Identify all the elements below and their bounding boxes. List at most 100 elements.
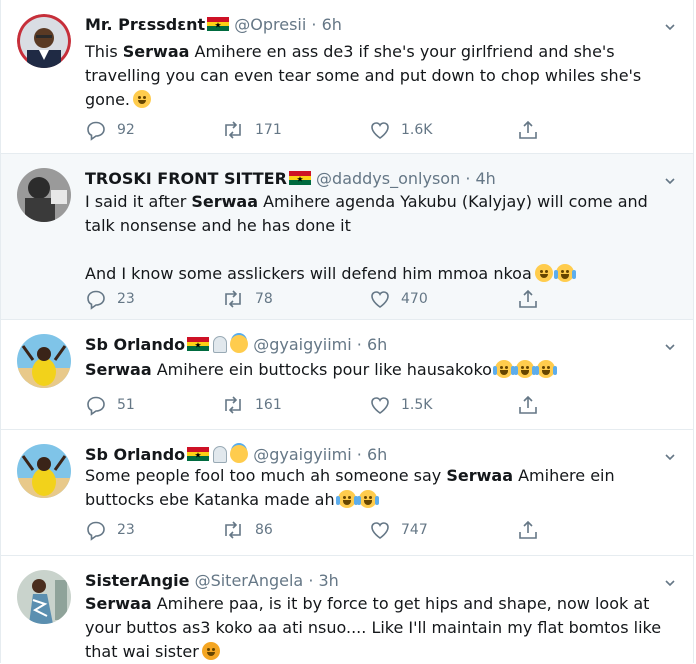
chevron-down-icon[interactable] bbox=[665, 22, 675, 32]
ghost-icon bbox=[213, 446, 228, 463]
chevron-down-icon[interactable] bbox=[665, 578, 675, 588]
retweet-count: 171 bbox=[255, 122, 282, 138]
highlight-term: Serwaa bbox=[85, 360, 152, 379]
chevron-down-icon[interactable] bbox=[665, 176, 675, 186]
reply-icon bbox=[87, 290, 105, 310]
display-name[interactable]: Sb Orlando bbox=[85, 335, 185, 354]
retweet-button[interactable]: 78 bbox=[221, 287, 273, 311]
reply-button[interactable]: 23 bbox=[85, 287, 135, 311]
share-button[interactable] bbox=[517, 287, 539, 311]
president-avatar-icon bbox=[17, 14, 71, 68]
handle[interactable]: @Opresii bbox=[234, 15, 306, 34]
smiling-face-with-halo-icon bbox=[230, 445, 249, 463]
heart-icon bbox=[371, 291, 389, 308]
separator-dot: · bbox=[356, 335, 362, 354]
person-tipping-hand-icon bbox=[201, 642, 220, 660]
retweet-count: 86 bbox=[255, 522, 273, 538]
reply-count: 23 bbox=[117, 522, 135, 538]
tweet-header: Sb Orlando @gyaigyiimi · 6h bbox=[85, 334, 653, 356]
timestamp[interactable]: 6h bbox=[367, 445, 387, 464]
action-bar: 92 171 1.6K bbox=[85, 118, 545, 142]
timestamp[interactable]: 6h bbox=[322, 15, 342, 34]
retweet-icon bbox=[225, 290, 241, 308]
retweet-button[interactable]: 171 bbox=[221, 118, 282, 142]
share-button[interactable] bbox=[517, 518, 539, 542]
like-count: 747 bbox=[401, 522, 428, 538]
separator-dot: · bbox=[308, 571, 314, 590]
tweet-text: This Serwaa Amihere en ass de3 if she's … bbox=[85, 42, 642, 109]
separator-dot: · bbox=[311, 15, 317, 34]
highlight-term: Serwaa bbox=[191, 192, 259, 211]
chevron-down-icon[interactable] bbox=[665, 342, 675, 352]
timestamp[interactable]: 6h bbox=[367, 335, 387, 354]
avatar[interactable] bbox=[17, 334, 71, 388]
tweet-header: Mr. Prɛssdɛnt @Opresii · 6h bbox=[85, 14, 653, 36]
ghana-flag-icon bbox=[187, 337, 210, 351]
tears-of-joy-icon bbox=[356, 490, 379, 508]
retweet-count: 161 bbox=[255, 397, 282, 413]
reply-button[interactable]: 23 bbox=[85, 518, 135, 542]
tears-of-joy-icon bbox=[534, 360, 557, 378]
retweet-button[interactable]: 86 bbox=[221, 518, 273, 542]
reply-icon bbox=[87, 521, 105, 541]
share-icon bbox=[519, 395, 537, 414]
reply-count: 92 bbox=[117, 122, 135, 138]
tears-of-joy-icon bbox=[513, 360, 536, 378]
reply-button[interactable]: 51 bbox=[85, 393, 135, 417]
tweet-text: Serwaa Amihere paa, is it by force to ge… bbox=[85, 594, 662, 661]
reply-button[interactable]: 92 bbox=[85, 118, 135, 142]
grinning-face-icon bbox=[534, 264, 553, 282]
like-count: 470 bbox=[401, 291, 428, 307]
highlight-term: Serwaa bbox=[446, 466, 513, 485]
action-bar: 23 78 470 bbox=[85, 287, 545, 311]
tweet-card[interactable]: Sb Orlando @gyaigyiimi · 6h Serwaa Amihe… bbox=[1, 320, 693, 430]
retweet-icon bbox=[225, 121, 241, 139]
chevron-down-icon[interactable] bbox=[665, 452, 675, 462]
avatar[interactable] bbox=[17, 444, 71, 498]
like-button[interactable]: 1.6K bbox=[369, 118, 432, 142]
avatar[interactable] bbox=[17, 168, 71, 222]
tears-of-joy-icon bbox=[553, 264, 576, 282]
heart-icon bbox=[371, 397, 389, 414]
handle[interactable]: @gyaigyiimi bbox=[253, 335, 351, 354]
relieved-face-icon bbox=[133, 90, 152, 108]
avatar[interactable] bbox=[17, 570, 71, 624]
like-button[interactable]: 1.5K bbox=[369, 393, 432, 417]
action-bar: 51 161 1.5K bbox=[85, 393, 545, 417]
display-name[interactable]: Mr. Prɛssdɛnt bbox=[85, 15, 205, 34]
handle[interactable]: @SiterAngela bbox=[195, 571, 304, 590]
retweet-button[interactable]: 161 bbox=[221, 393, 282, 417]
display-name[interactable]: TROSKI FRONT SITTER bbox=[85, 169, 287, 188]
tears-of-joy-icon bbox=[335, 490, 358, 508]
timestamp[interactable]: 4h bbox=[476, 169, 496, 188]
reply-count: 23 bbox=[117, 291, 135, 307]
timestamp[interactable]: 3h bbox=[319, 571, 339, 590]
action-bar: 23 86 747 bbox=[85, 518, 545, 542]
display-name[interactable]: Sb Orlando bbox=[85, 445, 185, 464]
tweet-card[interactable]: SisterAngie @SiterAngela · 3h Serwaa Ami… bbox=[1, 556, 693, 663]
display-name[interactable]: SisterAngie bbox=[85, 571, 189, 590]
share-button[interactable] bbox=[517, 393, 539, 417]
ghana-flag-icon bbox=[207, 17, 230, 31]
avatar[interactable] bbox=[17, 14, 71, 68]
tweet-text: Serwaa Amihere ein buttocks pour like ha… bbox=[85, 358, 669, 382]
tears-of-joy-icon bbox=[492, 360, 515, 378]
like-button[interactable]: 470 bbox=[369, 287, 428, 311]
tweet-card[interactable]: Mr. Prɛssdɛnt @Opresii · 6h This Serwaa … bbox=[1, 0, 693, 154]
share-button[interactable] bbox=[517, 118, 539, 142]
like-button[interactable]: 747 bbox=[369, 518, 428, 542]
handle[interactable]: @gyaigyiimi bbox=[253, 445, 351, 464]
like-count: 1.5K bbox=[401, 397, 433, 413]
tweet-card[interactable]: TROSKI FRONT SITTER @daddys_onlyson · 4h… bbox=[1, 154, 693, 320]
like-count: 1.6K bbox=[401, 122, 433, 138]
tweet-card[interactable]: Sb Orlando @gyaigyiimi · 6h Some people … bbox=[1, 430, 693, 556]
handle[interactable]: @daddys_onlyson bbox=[316, 169, 460, 188]
reply-icon bbox=[87, 121, 105, 141]
tweet-header: SisterAngie @SiterAngela · 3h bbox=[85, 570, 653, 592]
reply-icon bbox=[87, 396, 105, 416]
ghana-flag-icon bbox=[288, 171, 311, 185]
retweet-icon bbox=[225, 521, 241, 539]
share-icon bbox=[519, 120, 537, 139]
reply-count: 51 bbox=[117, 397, 135, 413]
ghost-icon bbox=[213, 336, 228, 353]
